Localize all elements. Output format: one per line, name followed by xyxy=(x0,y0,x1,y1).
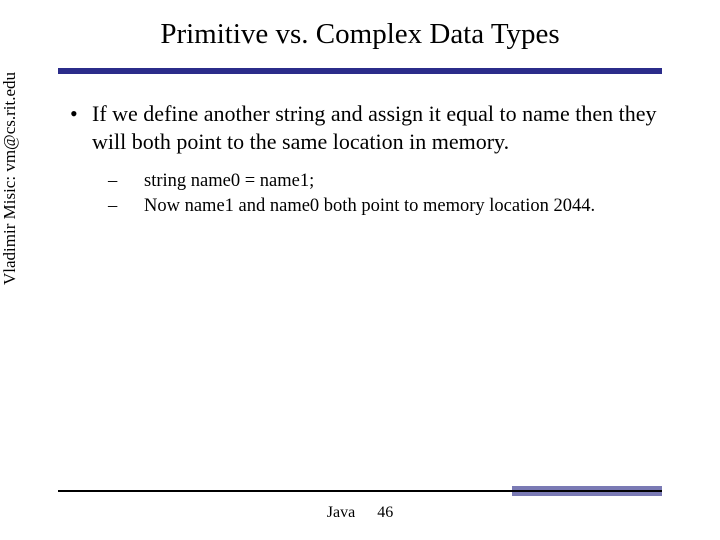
slide: Primitive vs. Complex Data Types • If we… xyxy=(0,0,720,540)
sub-bullet-text: string name0 = name1; xyxy=(144,169,314,194)
author-sidebar: Vladimir Misic: vm@cs.rit.edu xyxy=(0,72,20,285)
slide-title: Primitive vs. Complex Data Types xyxy=(0,18,720,51)
bullet-text: If we define another string and assign i… xyxy=(92,100,670,155)
bullet-mark: • xyxy=(70,100,92,155)
title-underline xyxy=(58,68,662,74)
footer-label: Java xyxy=(327,504,355,522)
footer: Java 46 xyxy=(0,504,720,522)
sub-bullet-item: – Now name1 and name0 both point to memo… xyxy=(108,194,670,219)
page-number: 46 xyxy=(377,504,393,521)
bullet-item: • If we define another string and assign… xyxy=(70,100,670,155)
body-content: • If we define another string and assign… xyxy=(70,100,670,219)
sub-bullet-mark: – xyxy=(108,194,144,219)
sub-bullet-list: – string name0 = name1; – Now name1 and … xyxy=(108,169,670,219)
sub-bullet-text: Now name1 and name0 both point to memory… xyxy=(144,194,595,219)
sub-bullet-item: – string name0 = name1; xyxy=(108,169,670,194)
footer-rule xyxy=(58,490,662,492)
sub-bullet-mark: – xyxy=(108,169,144,194)
